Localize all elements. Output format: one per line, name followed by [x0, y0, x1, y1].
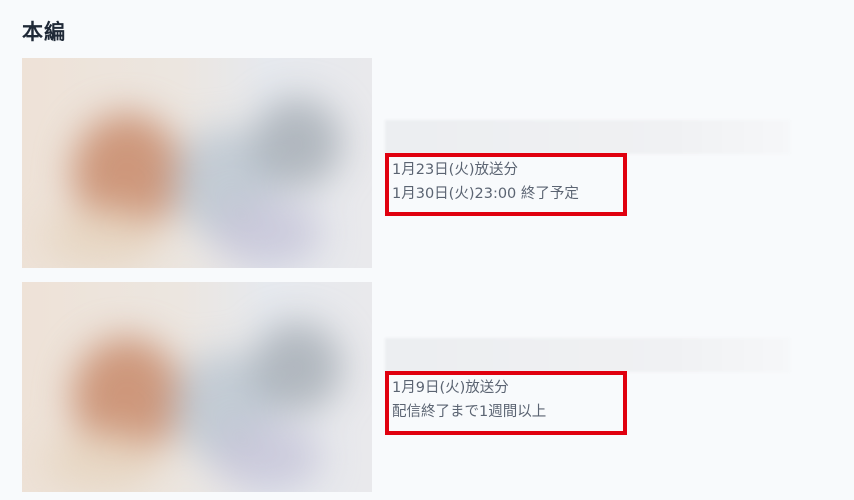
broadcast-date: 1月23日(火)放送分 — [392, 162, 518, 178]
episode-thumbnail[interactable] — [22, 58, 372, 268]
episode-list-page: 本編 1月23日(火)放送分 1月30日(火)23:00 終了予定 1月9日(火… — [0, 0, 854, 500]
episode-card[interactable]: 1月9日(火)放送分 配信終了まで1週間以上 — [22, 282, 812, 492]
episode-thumbnail[interactable] — [22, 282, 372, 492]
episode-title-blurred[interactable] — [385, 338, 790, 372]
broadcast-date: 1月9日(火)放送分 — [392, 380, 509, 396]
highlighted-episode-info: 1月9日(火)放送分 配信終了まで1週間以上 — [385, 371, 627, 435]
highlighted-episode-info: 1月23日(火)放送分 1月30日(火)23:00 終了予定 — [385, 153, 627, 216]
availability-status: 配信終了まで1週間以上 — [392, 404, 547, 420]
episode-title-blurred[interactable] — [385, 120, 790, 154]
episode-card[interactable]: 1月23日(火)放送分 1月30日(火)23:00 終了予定 — [22, 58, 812, 268]
availability-status: 1月30日(火)23:00 終了予定 — [392, 186, 579, 202]
section-title: 本編 — [22, 20, 66, 44]
